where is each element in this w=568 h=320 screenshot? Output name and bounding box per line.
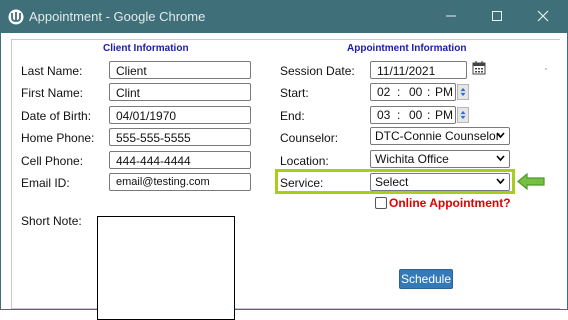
online-appointment-checkbox[interactable] [375,197,387,209]
counselor-select[interactable]: DTC-Connie Counselor [370,127,510,145]
chevron-down-icon [496,178,505,185]
session-date-input[interactable]: 11/11/2021 [370,61,467,79]
start-hour: 02 [377,85,391,99]
chevron-down-icon [496,155,505,162]
last-name-input[interactable]: Client [109,61,251,79]
service-value: Select [375,175,409,189]
minimize-icon [446,15,456,17]
service-label: Service: [280,176,324,190]
end-time-input[interactable]: 03 : 00 : PM [370,106,456,124]
start-sep-2: : [427,85,431,99]
maximize-button[interactable] [485,5,509,27]
title-bar[interactable]: Appointment - Google Chrome [1,1,567,33]
chevron-down-icon [496,132,505,139]
close-button[interactable] [531,5,555,27]
end-hour: 03 [377,108,391,122]
online-appointment-label[interactable]: Online Appointment? [389,196,511,210]
start-ampm: PM [435,85,453,99]
location-select[interactable]: Wichita Office [370,150,510,168]
client-info-heading: Client Information [103,43,189,54]
start-sep-1: : [397,85,401,99]
service-select[interactable]: Select [370,173,510,191]
appointment-info-heading: Appointment Information [347,43,467,54]
appointment-form: Client Information Last Name: Client Fir… [11,39,567,320]
end-sep-1: : [397,108,401,122]
cell-phone-label: Cell Phone: [21,154,84,168]
first-name-input[interactable]: Clint [109,83,251,101]
counselor-label: Counselor: [280,131,339,145]
location-label: Location: [280,154,329,168]
end-ampm: PM [435,108,453,122]
session-date-label: Session Date: [280,64,355,78]
end-spinner-icon[interactable] [457,107,469,123]
counselor-value: DTC-Connie Counselor [375,129,500,143]
cell-phone-input[interactable]: 444-444-4444 [109,151,251,169]
end-label: End: [280,109,305,123]
start-minute: 00 [409,85,423,99]
short-note-textarea[interactable] [97,216,235,320]
end-minute: 00 [409,108,423,122]
short-note-label: Short Note: [21,214,82,228]
location-value: Wichita Office [375,152,449,166]
home-phone-input[interactable]: 555-555-5555 [109,128,251,146]
last-name-label: Last Name: [21,64,83,78]
start-time-input[interactable]: 02 : 00 : PM [370,83,456,101]
browser-window: Appointment - Google Chrome Client Infor… [0,0,568,320]
start-label: Start: [280,86,309,100]
maximize-icon [492,11,502,21]
frame-mark [545,68,547,70]
app-icon [8,9,24,25]
first-name-label: First Name: [21,86,84,100]
minimize-button[interactable] [439,5,463,27]
close-icon [537,10,549,22]
email-input[interactable]: email@testing.com [109,173,251,191]
end-sep-2: : [427,108,431,122]
email-label: Email ID: [21,176,70,190]
schedule-button[interactable]: Schedule [399,269,453,289]
calendar-icon[interactable] [472,60,486,75]
dob-input[interactable]: 04/01/1970 [109,106,251,124]
home-phone-label: Home Phone: [21,131,95,145]
arrow-left-icon [517,172,545,191]
window-title: Appointment - Google Chrome [29,9,206,24]
dob-label: Date of Birth: [21,109,92,123]
start-spinner-icon[interactable] [457,84,469,100]
